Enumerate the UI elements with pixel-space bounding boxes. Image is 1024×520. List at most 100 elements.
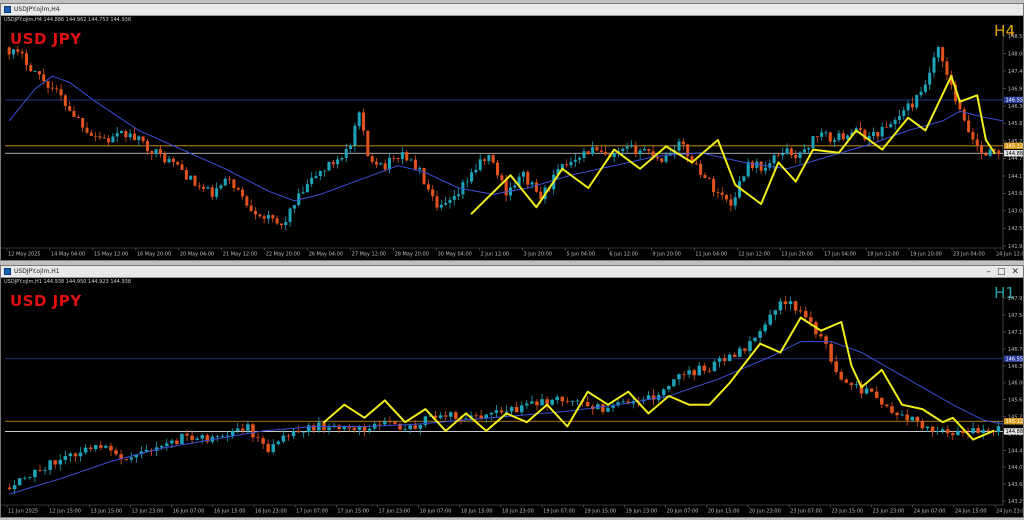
- candle-body: [150, 151, 154, 154]
- candle-body: [301, 192, 305, 194]
- candle-body: [988, 149, 992, 156]
- price-tick-label: 145.620: [1008, 397, 1023, 403]
- time-tick-label: 19 Jun 23:00: [626, 509, 658, 515]
- time-tick-label: 23 Jun 04:00: [953, 252, 985, 258]
- price-tick-label: 143.680: [1008, 482, 1023, 488]
- candle-body: [525, 403, 529, 406]
- candle-body: [667, 386, 671, 390]
- candle-body: [314, 176, 318, 178]
- candle-body: [672, 379, 676, 387]
- candle-body: [910, 416, 915, 421]
- time-tick-label: 16 Jun 07:00: [173, 509, 205, 515]
- candle-body: [251, 424, 255, 438]
- chart-window-h1[interactable]: USDJPY.ojlm,H1 – □ ✕ USDJPY.ojlm,H1 144.…: [0, 265, 1024, 518]
- candle-body: [50, 87, 54, 89]
- candle-body: [874, 391, 879, 398]
- candle-body: [405, 152, 409, 161]
- candle-body: [936, 47, 940, 58]
- candle-body: [732, 354, 737, 357]
- candle-body: [413, 425, 418, 429]
- candle-body: [89, 132, 93, 136]
- candle-body: [33, 470, 37, 478]
- candle-body: [479, 415, 483, 419]
- price-tick-label: 143.085: [1008, 209, 1023, 215]
- candles: [7, 295, 1001, 495]
- time-tick-label: 26 May 04:00: [309, 252, 343, 258]
- candle-body: [778, 301, 783, 311]
- time-axis: 11 Jun 2025 12 Jun 15:00 13 Jun 15:00 13 Ju…: [1, 504, 1023, 515]
- candle-body: [301, 431, 306, 433]
- candle-body: [85, 127, 89, 133]
- candle-body: [246, 424, 250, 431]
- candle-body: [621, 148, 625, 152]
- candle-body: [829, 343, 833, 362]
- time-tick-label: 12 Jun 15:00: [49, 509, 81, 515]
- time-tick-label: 20 Jun 15:00: [708, 509, 740, 515]
- candle-body: [109, 445, 113, 451]
- candle-body: [491, 155, 495, 163]
- candle-body: [249, 205, 253, 211]
- candle-body: [595, 147, 599, 151]
- candle-body: [980, 145, 984, 154]
- candle-body: [975, 139, 979, 146]
- candle-body: [550, 399, 554, 405]
- candle-body: [833, 139, 837, 142]
- candle-body: [526, 171, 530, 185]
- candle-body: [956, 430, 960, 436]
- candle-body: [604, 151, 608, 155]
- candle-body: [591, 147, 595, 155]
- time-tick-label: 27 May 12:00: [352, 252, 386, 258]
- candle-body: [773, 310, 778, 315]
- candle-body: [504, 180, 508, 196]
- candle-body: [396, 157, 400, 159]
- candle-body: [575, 400, 580, 402]
- candle-body: [408, 425, 412, 430]
- candle-body: [342, 427, 347, 430]
- candle-body: [573, 159, 577, 162]
- candle-body: [219, 185, 223, 189]
- candle-body: [16, 49, 20, 52]
- candle-body: [819, 334, 823, 337]
- candle-body: [175, 440, 179, 444]
- candle-body: [599, 150, 603, 152]
- candle-body: [910, 103, 914, 108]
- candle-body: [655, 157, 659, 159]
- price-tick-label: 148.005: [1008, 51, 1023, 57]
- candlestick-chart[interactable]: 147.950 147.560 147.170 146.780 146.390 146.0…: [1, 266, 1023, 517]
- candle-body: [220, 435, 225, 437]
- chart-window-h4[interactable]: USDJPY.ojlm,H4 USDJPY.ojlm,H4 144.886 14…: [0, 3, 1024, 261]
- time-tick-label: 11 Jun 04:00: [695, 252, 727, 258]
- candle-body: [383, 163, 387, 170]
- candle-body: [403, 429, 407, 430]
- time-tick-label: 17 Jun 04:00: [824, 252, 856, 258]
- candle-body: [115, 133, 119, 137]
- candle-body: [798, 310, 803, 312]
- time-tick-label: 9 Jun 20:00: [652, 252, 681, 258]
- candle-body: [638, 150, 642, 155]
- candle-body: [370, 156, 374, 162]
- candle-body: [296, 430, 301, 433]
- time-tick-label: 20 Jun 07:00: [667, 509, 699, 515]
- candlestick-chart[interactable]: 148.555 148.005 147.460 146.910 146.365 145.8…: [1, 4, 1023, 260]
- candle-body: [184, 169, 188, 180]
- candle-body: [189, 175, 193, 180]
- candle-body: [352, 427, 357, 430]
- candle-body: [478, 159, 482, 170]
- candle-body: [253, 210, 258, 215]
- candle-body: [120, 131, 124, 134]
- candle-body: [68, 106, 72, 111]
- candle-body: [880, 126, 884, 137]
- candle-body: [102, 137, 106, 139]
- candle-body: [383, 421, 387, 425]
- candle-body: [379, 163, 383, 165]
- candle-body: [171, 158, 175, 163]
- time-tick-label: 20 May 04:00: [180, 252, 214, 258]
- candle-body: [682, 374, 686, 376]
- candle-body: [374, 161, 379, 165]
- candle-body: [318, 170, 322, 177]
- candle-body: [170, 440, 174, 444]
- candle-body: [951, 433, 955, 436]
- time-tick-label: 14 May 04:00: [51, 252, 85, 258]
- candle-body: [286, 435, 291, 437]
- candle-body: [271, 214, 275, 219]
